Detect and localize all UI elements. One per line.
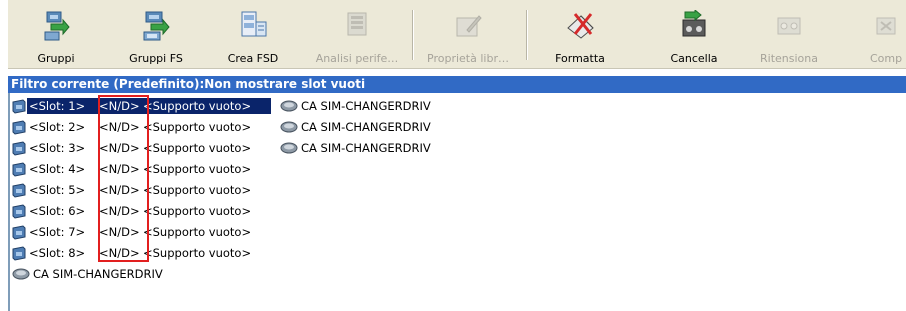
- groups-label: Gruppi: [37, 52, 75, 65]
- slot-label: <Slot: 2>: [29, 120, 86, 134]
- format-icon: [567, 13, 594, 39]
- tree-row[interactable]: <Slot: 3> <N/D> <Supporto vuoto> CA SIM-…: [10, 139, 470, 157]
- tape-cartridge-icon: [12, 204, 26, 219]
- status-label: <N/D>: [99, 120, 140, 134]
- status-label: <N/D>: [99, 98, 141, 114]
- media-label: <Supporto vuoto>: [143, 162, 252, 176]
- device-label: CA SIM-CHANGERDRIV: [301, 99, 431, 113]
- tape-drive-icon: [12, 268, 30, 280]
- slot-label: <Slot: 4>: [29, 162, 86, 176]
- filter-text: Filtro corrente (Predefinito):Non mostra…: [11, 77, 366, 91]
- retension-button[interactable]: Ritensiona: [754, 0, 824, 69]
- erase-label: Cancella: [670, 52, 718, 65]
- create-fsd-icon: [241, 11, 267, 37]
- tape-cartridge-icon: [12, 162, 26, 177]
- erase-icon: [682, 10, 706, 37]
- library-properties-button[interactable]: Proprietà libr…: [419, 0, 517, 69]
- fs-groups-label: Gruppi FS: [129, 52, 183, 65]
- status-label: <N/D>: [99, 225, 140, 239]
- tree-row[interactable]: <Slot: 8> <N/D> <Supporto vuoto>: [10, 244, 290, 262]
- format-label: Formatta: [555, 52, 605, 65]
- tape-cartridge-icon: [12, 120, 26, 135]
- device-entry: CA SIM-CHANGERDRIV: [280, 98, 431, 114]
- create-fsd-button[interactable]: Crea FSD: [222, 0, 284, 69]
- tape-cartridge-icon: [12, 183, 26, 198]
- media-label: <Supporto vuoto>: [143, 183, 252, 197]
- tape-cartridge-icon: [12, 246, 26, 261]
- tree-row[interactable]: <Slot: 5> <N/D> <Supporto vuoto>: [10, 181, 290, 199]
- drive-label: CA SIM-CHANGERDRIV: [33, 267, 163, 281]
- library-properties-icon: [456, 15, 482, 37]
- erase-button[interactable]: Cancella: [663, 0, 725, 69]
- device-entry: CA SIM-CHANGERDRIV: [280, 140, 431, 156]
- tape-cartridge-icon: [12, 99, 26, 114]
- format-button[interactable]: Formatta: [549, 0, 611, 69]
- device-label: CA SIM-CHANGERDRIV: [301, 120, 431, 134]
- tape-cartridge-icon: [12, 225, 26, 240]
- create-fsd-label: Crea FSD: [227, 52, 279, 65]
- slot-label: <Slot: 6>: [29, 204, 86, 218]
- tree-row[interactable]: <Slot: 6> <N/D> <Supporto vuoto>: [10, 202, 290, 220]
- media-label: <Supporto vuoto>: [143, 246, 252, 260]
- retension-icon: [777, 17, 801, 35]
- media-label: <Supporto vuoto>: [143, 120, 252, 134]
- tree-row[interactable]: <Slot: 2> <N/D> <Supporto vuoto> CA SIM-…: [10, 118, 470, 136]
- tree-row[interactable]: <Slot: 1> <N/D> <Supporto vuoto> CA SIM-…: [10, 97, 470, 115]
- status-label: <N/D>: [99, 141, 140, 155]
- toolbar-separator: [412, 10, 414, 60]
- compress-button[interactable]: Comp: [866, 0, 906, 69]
- tape-drive-icon: [280, 142, 298, 154]
- slot-label: <Slot: 3>: [29, 141, 86, 155]
- slot-label: <Slot: 5>: [29, 183, 86, 197]
- tape-drive-icon: [280, 100, 298, 112]
- tape-cartridge-icon: [12, 141, 26, 156]
- tree-row[interactable]: <Slot: 7> <N/D> <Supporto vuoto>: [10, 223, 290, 241]
- slot-label: <Slot: 1>: [29, 99, 86, 113]
- drive-entry: CA SIM-CHANGERDRIV: [12, 266, 163, 282]
- tree-row[interactable]: <Slot: 4> <N/D> <Supporto vuoto>: [10, 160, 290, 178]
- status-label: <N/D>: [99, 246, 140, 260]
- groups-icon: [44, 11, 70, 41]
- toolbar: Gruppi Gruppi FS Crea FSD Analisi perife…: [8, 0, 906, 69]
- slot-tree: <Slot: 1> <N/D> <Supporto vuoto> CA SIM-…: [8, 93, 906, 311]
- compress-icon: [876, 17, 896, 35]
- slot-label: <Slot: 8>: [29, 246, 86, 260]
- fs-groups-icon: [143, 11, 170, 41]
- device-scan-icon: [347, 12, 367, 36]
- library-properties-label: Proprietà libr…: [427, 52, 509, 65]
- media-label: <Supporto vuoto>: [143, 204, 252, 218]
- fs-groups-button[interactable]: Gruppi FS: [120, 0, 192, 69]
- device-entry: CA SIM-CHANGERDRIV: [280, 119, 431, 135]
- groups-button[interactable]: Gruppi: [26, 0, 86, 69]
- filter-bar: Filtro corrente (Predefinito):Non mostra…: [8, 76, 906, 93]
- device-scan-button[interactable]: Analisi perife…: [310, 0, 404, 69]
- media-label: <Supporto vuoto>: [143, 99, 252, 113]
- retension-label: Ritensiona: [760, 52, 818, 65]
- compress-label: Comp: [869, 52, 903, 65]
- tree-row-drive[interactable]: CA SIM-CHANGERDRIV: [10, 265, 210, 283]
- toolbar-separator: [526, 10, 528, 60]
- media-label: <Supporto vuoto>: [143, 225, 252, 239]
- slot-label: <Slot: 7>: [29, 225, 86, 239]
- media-label: <Supporto vuoto>: [143, 141, 252, 155]
- status-label: <N/D>: [99, 204, 140, 218]
- device-label: CA SIM-CHANGERDRIV: [301, 141, 431, 155]
- status-label: <N/D>: [99, 183, 140, 197]
- tape-drive-icon: [280, 121, 298, 133]
- device-scan-label: Analisi perife…: [315, 52, 399, 65]
- status-label: <N/D>: [99, 162, 140, 176]
